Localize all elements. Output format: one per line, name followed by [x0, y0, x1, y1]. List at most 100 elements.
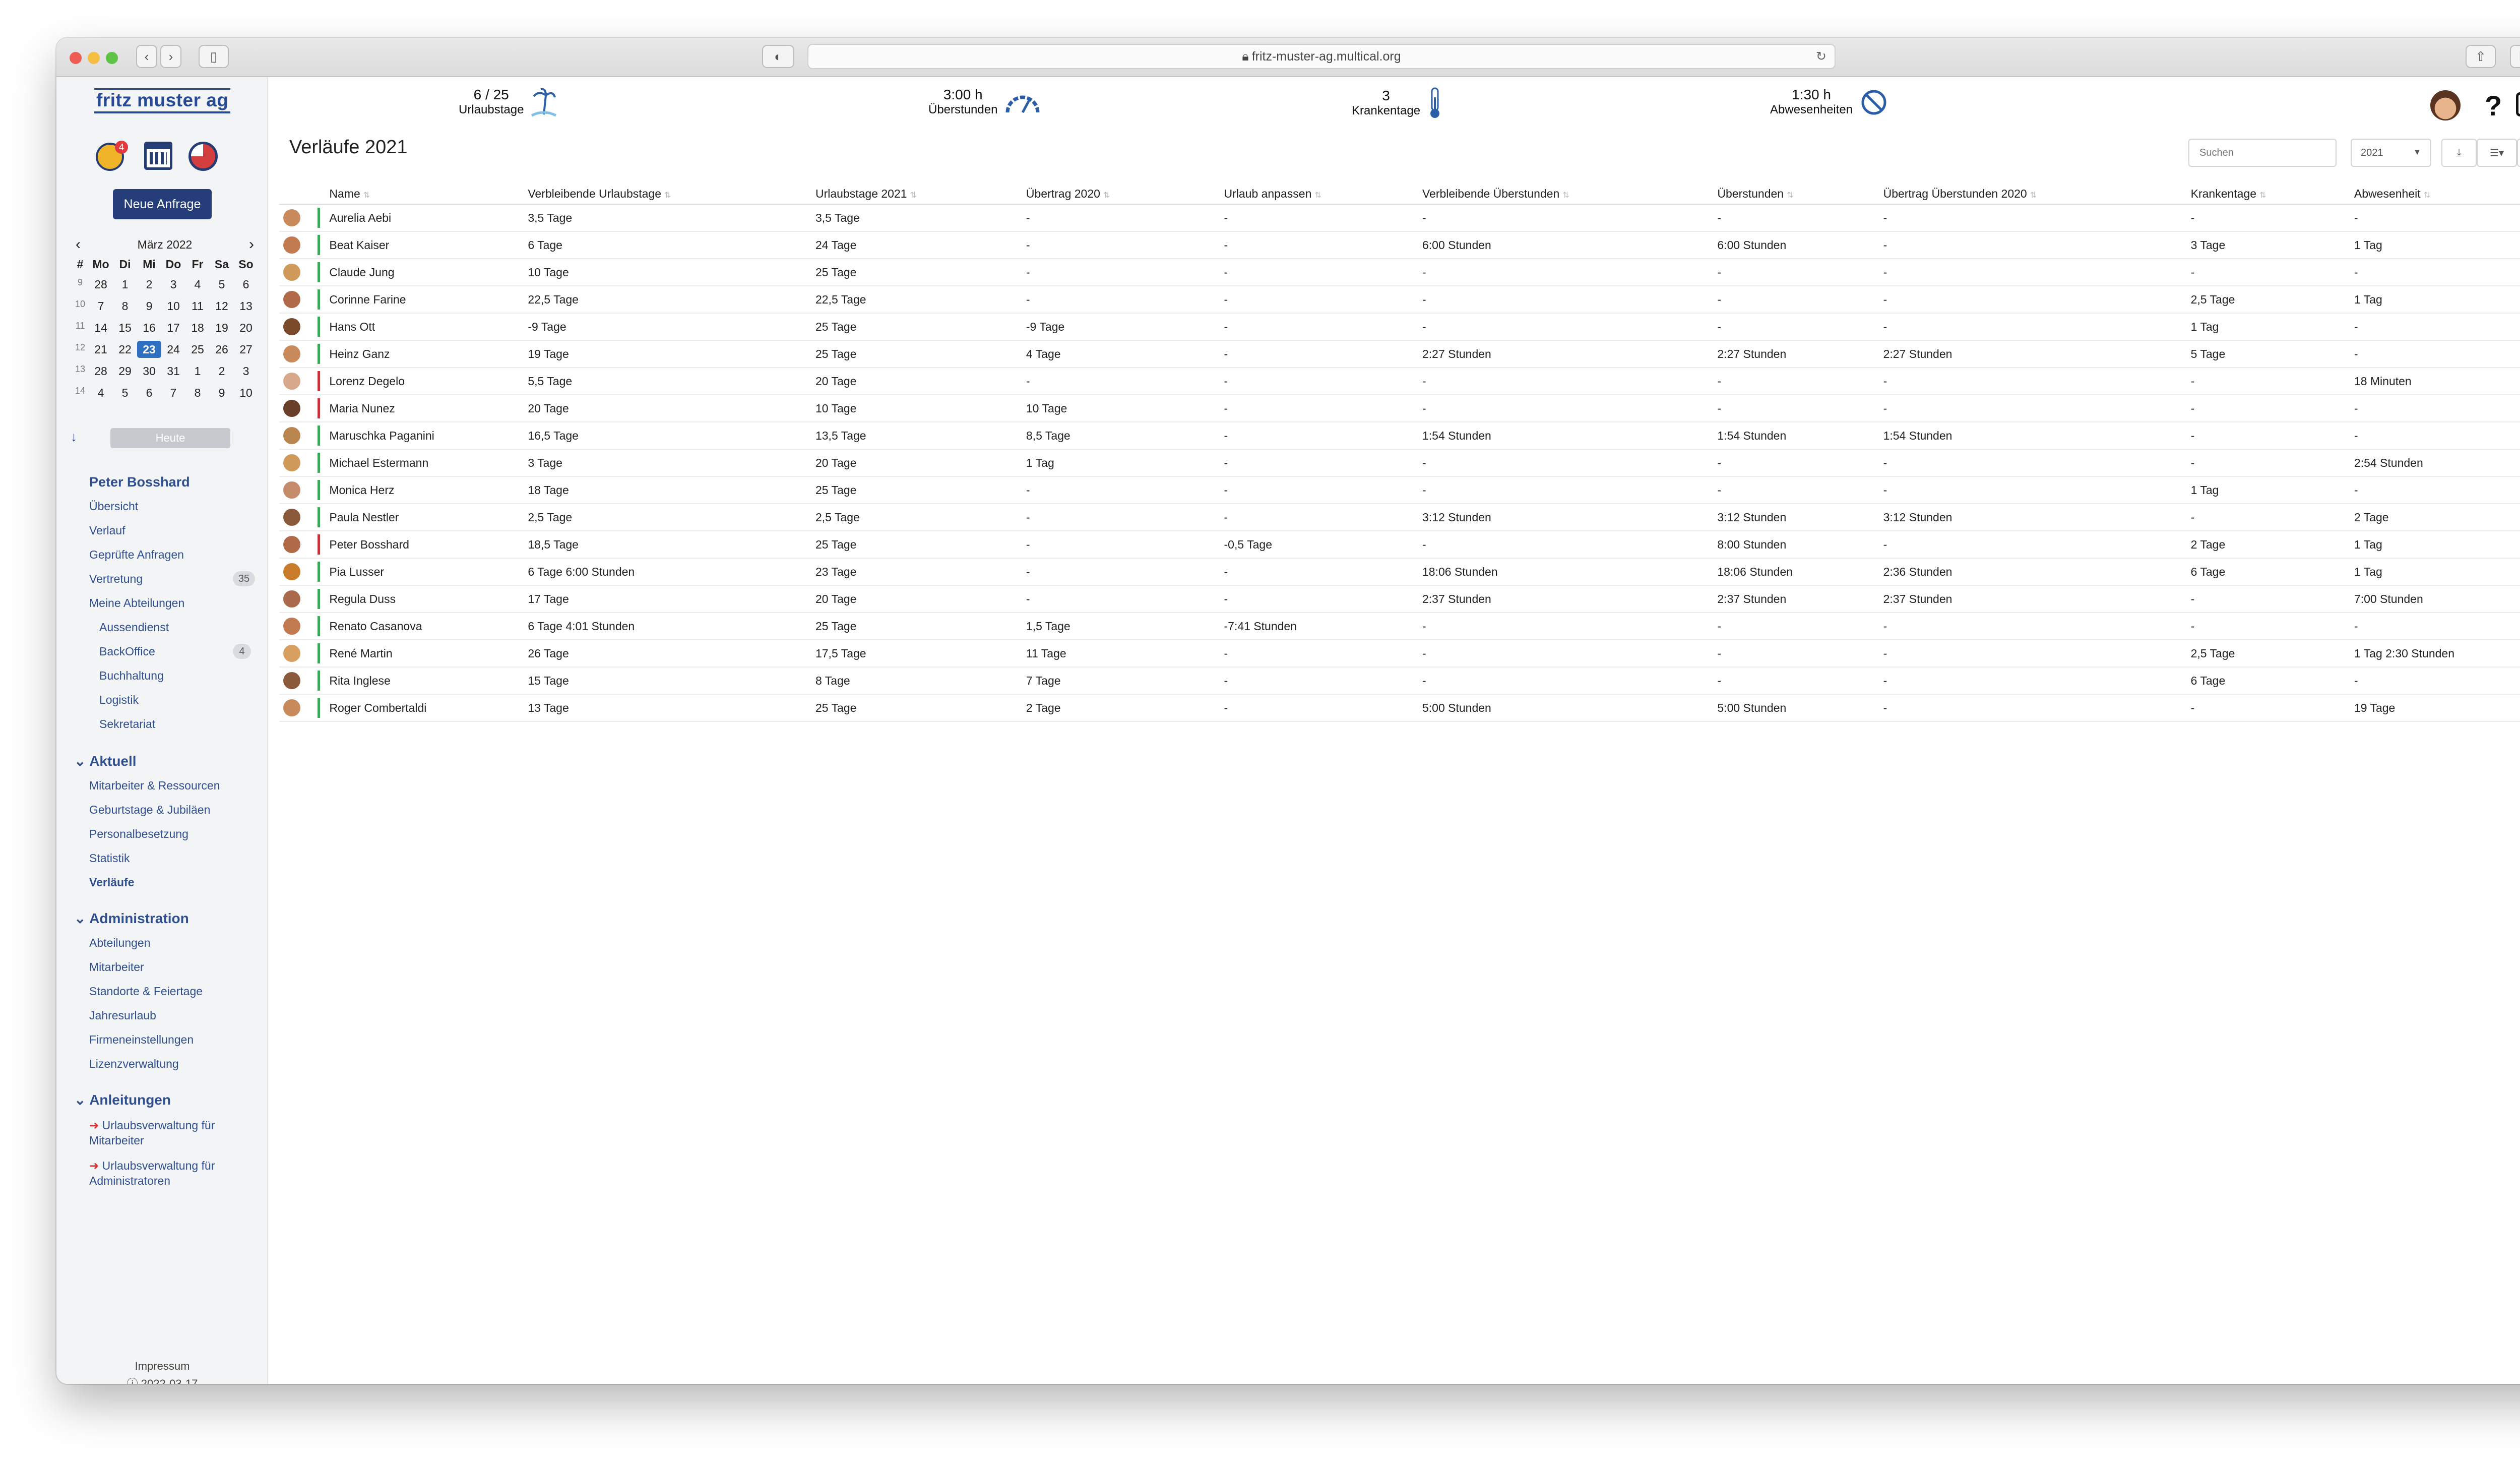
- employee-name[interactable]: Monica Herz: [329, 476, 528, 504]
- table-row[interactable]: Heinz Ganz 19 Tage 25 Tage 4 Tage -2:27 Stun…: [279, 340, 2520, 368]
- nav-dept-buchhaltung[interactable]: Buchhaltung: [99, 669, 164, 683]
- nav-mitarbeiter[interactable]: Mitarbeiter: [89, 960, 144, 974]
- section-administration[interactable]: ⌄ Administration: [74, 910, 189, 927]
- address-bar[interactable]: 🔒︎ fritz-muster-ag.multical.org ↻: [807, 44, 1836, 69]
- column-header[interactable]: Urlaub anpassen ⇅: [1224, 184, 1422, 205]
- employee-name[interactable]: Aurelia Aebi: [329, 204, 528, 232]
- table-row[interactable]: René Martin 26 Tage 17,5 Tage 11 Tage - - - -2,…: [279, 640, 2520, 667]
- employee-name[interactable]: Beat Kaiser: [329, 231, 528, 259]
- calendar-day[interactable]: 28: [89, 276, 113, 293]
- nav-user-name[interactable]: Peter Bosshard: [89, 474, 190, 490]
- table-row[interactable]: Lorenz Degelo 5,5 Tage 20 Tage - - - - - -18 Min…: [279, 368, 2520, 395]
- nav-personalbesetzung[interactable]: Personalbesetzung: [89, 827, 188, 841]
- column-header[interactable]: Übertrag Überstunden 2020 ⇅: [1883, 184, 2191, 205]
- stat-urlaubstage[interactable]: 6 / 25 Urlaubstage: [459, 87, 557, 117]
- today-button[interactable]: Heute: [110, 428, 230, 448]
- sort-icon[interactable]: ⇅: [2259, 191, 2266, 200]
- calendar-day[interactable]: 1: [185, 362, 210, 380]
- search-input[interactable]: [2188, 139, 2337, 167]
- privacy-icon[interactable]: ◐: [762, 45, 794, 68]
- calendar-day[interactable]: 11: [185, 297, 210, 315]
- calendar-day[interactable]: 21: [89, 341, 113, 358]
- section-anleitungen[interactable]: ⌄ Anleitungen: [74, 1091, 171, 1108]
- employee-name[interactable]: Rita Inglese: [329, 667, 528, 695]
- help-icon[interactable]: ?: [2485, 89, 2502, 122]
- logout-share-icon[interactable]: ↗: [2516, 92, 2520, 116]
- table-row[interactable]: Maruschka Paganini 16,5 Tage 13,5 Tage 8,5 …: [279, 422, 2520, 450]
- calendar-day[interactable]: 23: [137, 341, 161, 358]
- column-header[interactable]: Abwesenheit ⇅: [2354, 184, 2520, 205]
- nav-verlaeufe[interactable]: Verläufe: [89, 876, 135, 889]
- nav-mitarbeiter-ressourcen[interactable]: Mitarbeiter & Ressourcen: [89, 779, 220, 793]
- calendar-day[interactable]: 29: [113, 362, 137, 380]
- calendar-day[interactable]: 18: [185, 319, 210, 336]
- next-month-icon[interactable]: ›: [249, 236, 258, 253]
- employee-name[interactable]: Lorenz Degelo: [329, 368, 528, 395]
- forward-button[interactable]: ›: [160, 45, 181, 68]
- nav-abteilungen[interactable]: Abteilungen: [89, 936, 151, 950]
- column-header[interactable]: Krankentage ⇅: [2190, 184, 2354, 205]
- calendar-day[interactable]: 8: [113, 297, 137, 315]
- sort-icon[interactable]: ⇅: [1787, 191, 1793, 200]
- table-row[interactable]: Peter Bosshard 18,5 Tage 25 Tage - -0,5 Tage…: [279, 531, 2520, 559]
- calendar-day[interactable]: 7: [161, 384, 185, 401]
- calendar-day[interactable]: 25: [185, 341, 210, 358]
- calendar-day[interactable]: 14: [89, 319, 113, 336]
- calendar-day[interactable]: 8: [185, 384, 210, 401]
- new-request-button[interactable]: Neue Anfrage: [113, 189, 212, 219]
- nav-standorte[interactable]: Standorte & Feiertage: [89, 985, 203, 998]
- stat-krankentage[interactable]: 3 Krankentage: [1352, 87, 1442, 119]
- minimize-window-button[interactable]: [88, 52, 100, 64]
- calendar-day[interactable]: 15: [113, 319, 137, 336]
- calendar-day[interactable]: 13: [234, 297, 258, 315]
- employee-name[interactable]: Corinne Farine: [329, 286, 528, 314]
- employee-name[interactable]: Paula Nestler: [329, 504, 528, 531]
- back-button[interactable]: ‹: [136, 45, 157, 68]
- calendar-day[interactable]: 4: [185, 276, 210, 293]
- nav-anleitung-admins[interactable]: ➜ Urlaubsverwaltung für Administratoren: [89, 1158, 215, 1188]
- column-header[interactable]: Urlaubstage 2021 ⇅: [815, 184, 1026, 205]
- calendar-icon[interactable]: [144, 142, 172, 170]
- employee-name[interactable]: Renato Casanova: [329, 613, 528, 640]
- table-row[interactable]: Regula Duss 17 Tage 20 Tage - -2:37 Stunden 2…: [279, 585, 2520, 613]
- columns-menu-icon[interactable]: ☰▾: [2477, 139, 2517, 167]
- sort-icon[interactable]: ⇅: [2030, 191, 2037, 200]
- sort-icon[interactable]: ⇅: [1562, 191, 1569, 200]
- nav-uebersicht[interactable]: Übersicht: [89, 500, 138, 513]
- calendar-day[interactable]: 3: [161, 276, 185, 293]
- calendar-day[interactable]: 6: [234, 276, 258, 293]
- settings-gear-icon[interactable]: ⚙▾: [2517, 139, 2520, 167]
- calendar-day[interactable]: 10: [234, 384, 258, 401]
- table-row[interactable]: Renato Casanova 6 Tage 4:01 Stunden 25 Tag…: [279, 613, 2520, 640]
- stat-abwesenheiten[interactable]: 1:30 h Abwesenheiten: [1770, 87, 1888, 117]
- employee-name[interactable]: Regula Duss: [329, 585, 528, 613]
- employee-name[interactable]: Heinz Ganz: [329, 340, 528, 368]
- calendar-day[interactable]: 3: [234, 362, 258, 380]
- nav-dept-backoffice[interactable]: BackOffice: [99, 645, 155, 658]
- section-aktuell[interactable]: ⌄ Aktuell: [74, 753, 137, 769]
- calendar-day[interactable]: 5: [113, 384, 137, 401]
- calendar-day[interactable]: 9: [137, 297, 161, 315]
- calendar-day[interactable]: 2: [210, 362, 234, 380]
- table-row[interactable]: Hans Ott -9 Tage 25 Tage -9 Tage - - - -1 Tag -: [279, 313, 2520, 341]
- employee-name[interactable]: Roger Combertaldi: [329, 694, 528, 722]
- calendar-day[interactable]: 24: [161, 341, 185, 358]
- calendar-day[interactable]: 12: [210, 297, 234, 315]
- calendar-day[interactable]: 30: [137, 362, 161, 380]
- employee-name[interactable]: Maruschka Paganini: [329, 422, 528, 450]
- nav-dept-sekretariat[interactable]: Sekretariat: [99, 717, 155, 731]
- stat-ueberstunden[interactable]: 3:00 h Überstunden: [928, 87, 1041, 117]
- tabs-overview-icon[interactable]: ❐: [2510, 45, 2520, 68]
- nav-meine-abteilungen[interactable]: Meine Abteilungen: [89, 596, 184, 610]
- column-header[interactable]: Überstunden ⇅: [1717, 184, 1883, 205]
- sort-icon[interactable]: ⇅: [1314, 191, 1321, 200]
- nav-geburtstage[interactable]: Geburtstage & Jubiläen: [89, 803, 210, 817]
- employee-name[interactable]: Michael Estermann: [329, 449, 528, 477]
- table-row[interactable]: Claude Jung 10 Tage 25 Tage - - - - - - -: [279, 259, 2520, 286]
- sort-icon[interactable]: ⇅: [1103, 191, 1110, 200]
- sort-icon[interactable]: ⇅: [664, 191, 671, 200]
- nav-firmeneinstellungen[interactable]: Firmeneinstellungen: [89, 1033, 194, 1047]
- prev-month-icon[interactable]: ‹: [72, 236, 81, 253]
- new-requests-icon[interactable]: 4: [96, 141, 128, 171]
- calendar-day[interactable]: 31: [161, 362, 185, 380]
